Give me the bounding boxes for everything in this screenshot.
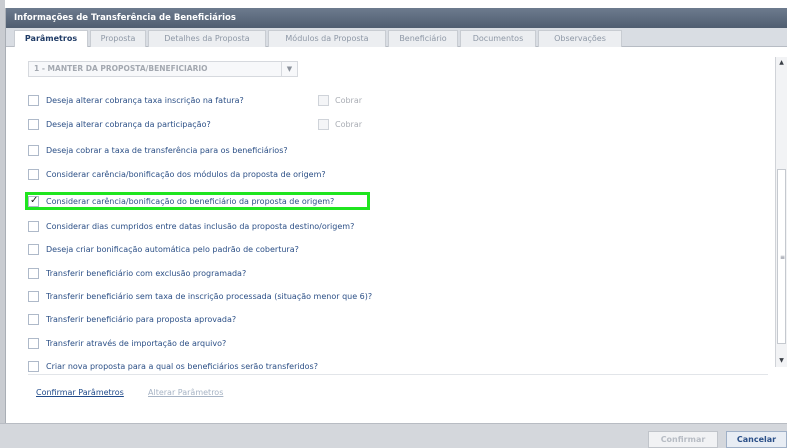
option-checkbox[interactable] — [28, 338, 39, 349]
cobrar-checkbox[interactable] — [318, 119, 329, 130]
option-checkbox[interactable] — [28, 291, 39, 302]
option-checkbox-checked[interactable] — [28, 195, 39, 207]
option-label: Transferir beneficiário sem taxa de insc… — [46, 292, 373, 301]
tab-modulos-da-proposta[interactable]: Módulos da Proposta — [268, 30, 386, 47]
grip-icon: ≡ — [780, 254, 786, 261]
divider — [28, 374, 768, 375]
tab-documentos[interactable]: Documentos — [460, 30, 536, 47]
option-checkbox[interactable] — [28, 268, 39, 279]
transfer-dialog: Informações de Transferência de Benefici… — [5, 8, 787, 448]
vertical-scrollbar[interactable]: ▲ ≡ ▼ — [775, 57, 787, 367]
transfer-mode-value: 1 - MANTER DA PROPOSTA/BENEFICIARIO — [34, 64, 208, 73]
option-label: Transferir beneficiário com exclusão pro… — [46, 269, 247, 278]
option-checkbox[interactable] — [28, 119, 39, 130]
cobrar-label: Cobrar — [335, 96, 363, 105]
tab-bar: Parâmetros Proposta Detalhes da Proposta… — [6, 28, 787, 48]
option-label: Considerar carência/bonificação dos módu… — [46, 170, 326, 179]
cobrar-option: Cobrar — [318, 95, 388, 108]
option-label: Criar nova proposta para a qual os benef… — [46, 362, 318, 371]
option-checkbox[interactable] — [28, 169, 39, 180]
cobrar-checkbox[interactable] — [318, 95, 329, 106]
tab-beneficiario[interactable]: Beneficiário — [388, 30, 458, 47]
tab-observacoes[interactable]: Observações — [538, 30, 622, 47]
parametros-panel: 1 - MANTER DA PROPOSTA/BENEFICIARIO ▼ De… — [6, 47, 781, 392]
option-label: Considerar dias cumpridos entre datas in… — [46, 222, 355, 231]
option-checkbox[interactable] — [28, 221, 39, 232]
cancel-button[interactable]: Cancelar — [726, 431, 787, 448]
cobrar-option: Cobrar — [318, 119, 388, 132]
tab-detalhes-da-proposta[interactable]: Detalhes da Proposta — [148, 30, 266, 47]
scroll-thumb[interactable]: ≡ — [777, 169, 786, 344]
option-label: Deseja alterar cobrança taxa inscrição n… — [46, 96, 244, 105]
scroll-up-icon[interactable]: ▲ — [776, 57, 787, 69]
option-label: Transferir através de importação de arqu… — [46, 339, 227, 348]
chevron-down-icon[interactable]: ▼ — [281, 62, 297, 76]
option-checkbox[interactable] — [28, 314, 39, 325]
alter-parameters-link[interactable]: Alterar Parâmetros — [148, 388, 223, 397]
option-label: Deseja alterar cobrança da participação? — [46, 120, 211, 129]
option-label: Deseja criar bonificação automática pelo… — [46, 245, 299, 254]
tab-parametros[interactable]: Parâmetros — [14, 30, 88, 48]
transfer-mode-select[interactable]: 1 - MANTER DA PROPOSTA/BENEFICIARIO ▼ — [28, 61, 298, 77]
scroll-down-icon[interactable]: ▼ — [776, 355, 787, 367]
option-label: Deseja cobrar a taxa de transferência pa… — [46, 146, 288, 155]
confirm-button[interactable]: Confirmar — [648, 431, 718, 448]
option-checkbox[interactable] — [28, 361, 39, 372]
option-checkbox[interactable] — [28, 95, 39, 106]
option-checkbox[interactable] — [28, 145, 39, 156]
tab-proposta[interactable]: Proposta — [90, 30, 146, 47]
option-checkbox[interactable] — [28, 244, 39, 255]
option-label: Transferir beneficiário para proposta ap… — [46, 315, 237, 324]
dialog-title: Informações de Transferência de Benefici… — [6, 8, 787, 28]
confirm-parameters-link[interactable]: Confirmar Parâmetros — [36, 388, 124, 397]
cobrar-label: Cobrar — [335, 120, 363, 129]
option-label: Considerar carência/bonificação do benef… — [46, 197, 335, 206]
